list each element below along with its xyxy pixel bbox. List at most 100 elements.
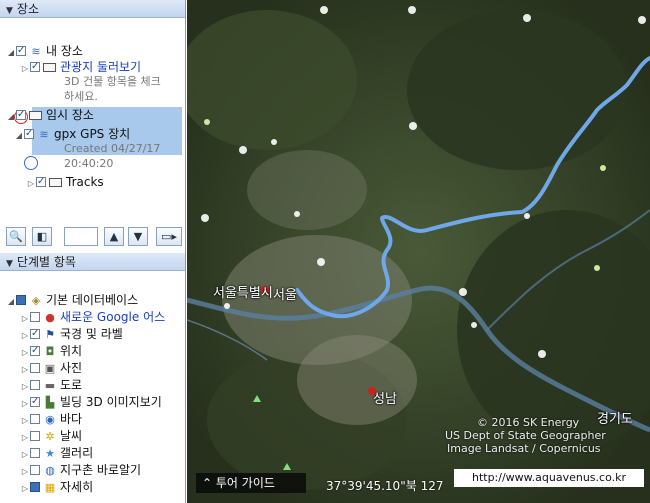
layer-label: 날씨 — [60, 429, 83, 443]
poi-marker — [459, 288, 467, 296]
expand-arrow-icon[interactable]: ▷ — [20, 345, 30, 361]
checkbox[interactable] — [24, 126, 34, 142]
tree-item-temp-places[interactable]: ◢ 임시 장소 — [6, 107, 94, 123]
panel-toggle-icon: ◧ — [36, 230, 48, 243]
sightseeing-hint-line-2: 하세요. — [64, 90, 98, 103]
blue-highlight-circle — [24, 156, 38, 170]
places-icon: ≋ — [31, 45, 41, 58]
poi-marker — [523, 14, 531, 22]
layer-item[interactable]: ▷ ▙ 빌딩 3D 이미지보기 — [20, 394, 162, 410]
collapse-triangle-icon[interactable]: ▼ — [6, 2, 13, 20]
gallery-star-icon: ★ — [45, 447, 55, 460]
expand-arrow-icon[interactable]: ◢ — [6, 109, 16, 125]
park-marker — [204, 119, 210, 125]
checkbox[interactable] — [30, 326, 40, 342]
layer-item[interactable]: ▷ ● 새로운 Google 어스 — [20, 309, 165, 325]
layers-panel-header[interactable]: ▼ 단계별 항목 — [0, 253, 185, 271]
tree-item-label: 관광지 둘러보기 — [60, 60, 142, 74]
checkbox[interactable] — [30, 312, 40, 322]
camera-icon: ▣ — [44, 362, 56, 375]
expand-arrow-icon[interactable]: ▷ — [20, 396, 30, 412]
poi-marker — [409, 122, 417, 130]
expand-arrow-icon[interactable]: ▷ — [26, 176, 36, 192]
tree-item-gpx-device[interactable]: ◢ ≋ gpx GPS 장치 — [14, 126, 130, 142]
layer-item[interactable]: ▷ ★ 갤러리 — [20, 445, 93, 461]
checkbox[interactable] — [30, 482, 40, 492]
poi-marker — [201, 214, 209, 222]
checkbox[interactable] — [30, 448, 40, 458]
layer-label: 기본 데이터베이스 — [46, 293, 139, 307]
search-field[interactable] — [64, 227, 98, 246]
expand-arrow-icon[interactable]: ◢ — [14, 128, 24, 144]
checkbox[interactable] — [16, 43, 26, 59]
layer-item[interactable]: ▷ ▣ 사진 — [20, 360, 82, 376]
expand-arrow-icon[interactable]: ▷ — [20, 311, 30, 327]
layer-label: 자세히 — [60, 480, 94, 494]
checkbox[interactable] — [30, 363, 40, 373]
layer-item[interactable]: ◢ ◈ 기본 데이터베이스 — [6, 292, 138, 308]
gps-track-icon: ≋ — [39, 128, 49, 141]
layer-item[interactable]: ▷ ✲ 날씨 — [20, 428, 82, 444]
poi-marker — [538, 350, 546, 358]
site-watermark: http://www.aquavenus.co.kr — [454, 469, 644, 487]
panel-toggle-button[interactable]: ◧ — [32, 227, 52, 246]
globe-icon: ◍ — [45, 464, 55, 477]
checkbox[interactable] — [30, 465, 40, 475]
move-up-button[interactable]: ▲ — [104, 227, 124, 246]
expand-arrow-icon[interactable]: ▷ — [20, 464, 30, 480]
tree-item-tracks[interactable]: ▷ Tracks — [26, 174, 104, 190]
expand-arrow-icon[interactable]: ▷ — [20, 61, 30, 77]
tree-item-label: 임시 장소 — [46, 108, 94, 122]
tree-item-my-places[interactable]: ◢ ≋ 내 장소 — [6, 43, 83, 59]
layer-item[interactable]: ▷ ▦ 자세히 — [20, 479, 93, 495]
expand-arrow-icon[interactable]: ◢ — [6, 294, 16, 310]
gpx-created-line-2: 20:40:20 — [64, 157, 114, 170]
checkbox[interactable] — [30, 431, 40, 441]
search-button[interactable]: 🔍 — [6, 227, 26, 246]
map-view[interactable]: 서울특별시 서울 성남 경기도 © 2016 SK Energy US Dept… — [187, 0, 650, 503]
checkbox[interactable] — [16, 295, 26, 305]
move-down-button[interactable]: ▼ — [128, 227, 148, 246]
checkbox[interactable] — [30, 414, 40, 424]
places-panel-header[interactable]: ▼ 장소 — [0, 0, 185, 18]
down-arrow-icon: ▼ — [133, 230, 143, 243]
folder-menu-button[interactable]: ▭▸ — [156, 227, 182, 246]
checkbox[interactable] — [30, 380, 40, 390]
checkbox[interactable] — [30, 394, 40, 410]
checkbox[interactable] — [30, 343, 40, 359]
checkbox[interactable] — [16, 107, 26, 123]
layer-item[interactable]: ▷ ◉ 바다 — [20, 411, 82, 427]
poi-marker — [317, 258, 325, 266]
satellite-map[interactable] — [187, 0, 650, 503]
flag-icon: ⚑ — [45, 328, 55, 341]
weather-sun-icon: ✲ — [45, 430, 55, 443]
tour-guide-bar[interactable]: ⌃ 투어 가이드 — [196, 473, 306, 493]
layer-label: 도로 — [60, 378, 83, 392]
collapse-triangle-icon[interactable]: ▼ — [6, 255, 13, 273]
magnifier-icon: 🔍 — [9, 230, 23, 243]
expand-arrow-icon[interactable]: ▷ — [20, 328, 30, 344]
expand-arrow-icon[interactable]: ▷ — [20, 362, 30, 378]
more-info-icon: ▦ — [44, 481, 56, 494]
expand-arrow-icon[interactable]: ▷ — [20, 379, 30, 395]
layer-item[interactable]: ▷ ◍ 지구촌 바로알기 — [20, 462, 141, 478]
checkbox[interactable] — [30, 59, 40, 75]
checkbox[interactable] — [36, 174, 46, 190]
layer-item[interactable]: ▷ ▬ 도로 — [20, 377, 82, 393]
poi-marker — [638, 16, 646, 24]
expand-arrow-icon[interactable]: ▷ — [20, 413, 30, 429]
expand-arrow-icon[interactable]: ◢ — [6, 45, 16, 61]
mountain-area — [407, 10, 627, 170]
tree-item-label: Tracks — [66, 175, 104, 189]
layer-item[interactable]: ▷ ◘ 위치 — [20, 343, 82, 359]
expand-arrow-icon[interactable]: ▷ — [20, 430, 30, 446]
expand-arrow-icon[interactable]: ▷ — [20, 481, 30, 497]
tree-item-sightseeing[interactable]: ▷ 관광지 둘러보기 — [20, 59, 141, 75]
expand-arrow-icon[interactable]: ▷ — [20, 447, 30, 463]
layer-item[interactable]: ▷ ⚑ 국경 및 라벨 — [20, 326, 123, 342]
poi-marker — [320, 6, 328, 14]
map-label-seoul-city: 서울특별시 — [213, 286, 273, 301]
map-copyright-2: US Dept of State Geographer — [445, 429, 606, 442]
up-arrow-icon: ▲ — [109, 230, 119, 243]
map-label-gyeonggi: 경기도 — [597, 412, 633, 427]
